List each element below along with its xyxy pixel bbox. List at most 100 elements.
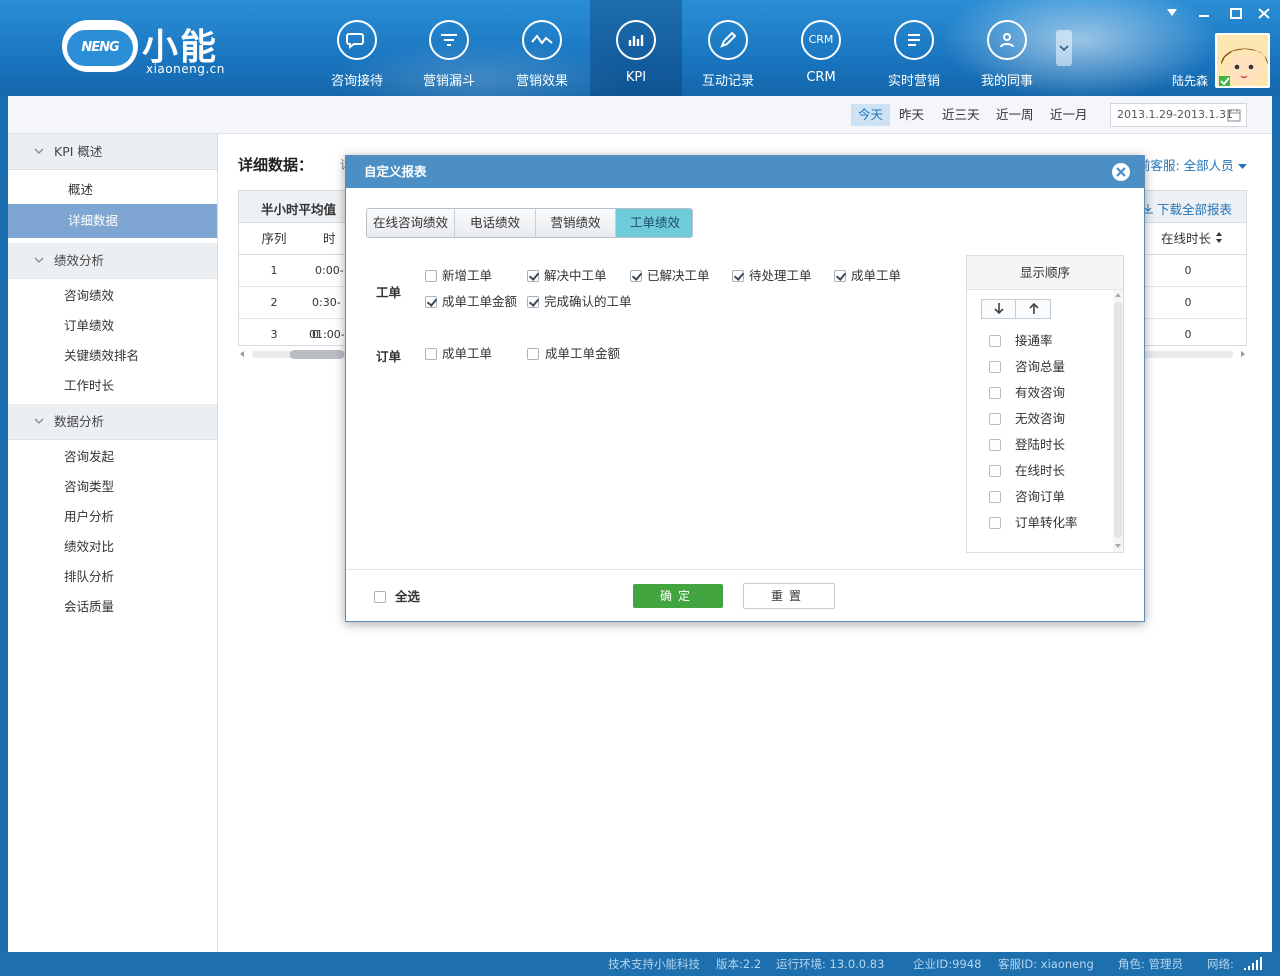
order-item[interactable]: 咨询总量: [989, 358, 1065, 376]
sidebar-item-session-quality[interactable]: 会话质量: [8, 592, 217, 622]
checkbox[interactable]: [425, 270, 437, 282]
checkbox[interactable]: [989, 491, 1001, 503]
sidebar-item-consult-perf[interactable]: 咨询绩效: [8, 281, 217, 311]
tab-online-consult-perf[interactable]: 在线咨询绩效: [367, 209, 455, 237]
date-tab-yesterday[interactable]: 昨天: [892, 104, 931, 126]
checkbox[interactable]: [989, 517, 1001, 529]
order-item[interactable]: 登陆时长: [989, 436, 1065, 454]
checkbox[interactable]: [374, 591, 386, 603]
option-closed-deal-ticket[interactable]: 成单工单: [834, 267, 901, 285]
dropdown-menu-button[interactable]: [1160, 3, 1184, 25]
order-item[interactable]: 接通率: [989, 332, 1053, 350]
order-item[interactable]: 咨询订单: [989, 488, 1065, 506]
order-scrollbar[interactable]: [1113, 290, 1123, 552]
column-header-seq[interactable]: 序列: [247, 223, 301, 255]
checkbox[interactable]: [989, 413, 1001, 425]
sidebar-item-perf-compare[interactable]: 绩效对比: [8, 532, 217, 562]
cell-online: 0: [1184, 328, 1192, 341]
order-item[interactable]: 无效咨询: [989, 410, 1065, 428]
option-label: 已解决工单: [647, 268, 710, 283]
checkbox[interactable]: [425, 348, 437, 360]
nav-item-colleagues[interactable]: 我的同事: [961, 0, 1053, 96]
checkbox[interactable]: [527, 296, 539, 308]
date-tab-month[interactable]: 近一月: [1043, 104, 1095, 126]
checkbox[interactable]: [989, 361, 1001, 373]
option-closed-deal-amount[interactable]: 成单工单金额: [425, 293, 517, 311]
order-item[interactable]: 订单转化率: [989, 514, 1078, 532]
confirm-button[interactable]: 确定: [633, 584, 723, 608]
nav-item-effect[interactable]: 营销效果: [496, 0, 588, 96]
option-order-closed-amount[interactable]: 成单工单金额: [527, 345, 620, 363]
page-title: 详细数据：: [238, 156, 314, 174]
move-down-button[interactable]: [982, 300, 1016, 318]
tab-ticket-perf[interactable]: 工单绩效: [616, 209, 692, 237]
sidebar-item-work-hours[interactable]: 工作时长: [8, 371, 217, 401]
date-tab-today[interactable]: 今天: [851, 104, 891, 126]
pencil-icon: [708, 20, 748, 60]
move-up-button[interactable]: [1017, 300, 1051, 318]
nav-item-realtime[interactable]: 实时营销: [868, 0, 960, 96]
download-all-link[interactable]: 下载全部报表: [1143, 199, 1232, 218]
sidebar-item-order-perf[interactable]: 订单绩效: [8, 311, 217, 341]
checkbox[interactable]: [989, 439, 1001, 451]
checkbox[interactable]: [989, 465, 1001, 477]
tab-phone-perf[interactable]: 电话绩效: [455, 209, 536, 237]
checkbox[interactable]: [989, 387, 1001, 399]
checkbox[interactable]: [732, 270, 744, 282]
close-window-button[interactable]: [1252, 3, 1276, 25]
order-item-label: 无效咨询: [1015, 411, 1066, 426]
dialog-title: 自定义报表: [346, 156, 1144, 188]
sidebar-group-performance[interactable]: 绩效分析: [8, 243, 217, 279]
checkbox[interactable]: [527, 348, 539, 360]
calendar-icon[interactable]: [1227, 108, 1241, 122]
nav-item-kpi[interactable]: KPI: [590, 0, 682, 96]
column-header-online-duration[interactable]: 在线时长: [1157, 223, 1227, 255]
sidebar-item-user-analysis[interactable]: 用户分析: [8, 502, 217, 532]
checkbox[interactable]: [989, 335, 1001, 347]
sidebar-item-queue-analysis[interactable]: 排队分析: [8, 562, 217, 592]
checkbox[interactable]: [834, 270, 846, 282]
avatar[interactable]: [1215, 33, 1270, 88]
nav-more-button[interactable]: [1056, 30, 1072, 66]
option-resolved-ticket[interactable]: 已解决工单: [630, 267, 710, 285]
username[interactable]: 陆先森: [1172, 72, 1208, 89]
staff-filter-dropdown[interactable]: 前客服: 全部人员: [1138, 155, 1247, 174]
nav-item-records[interactable]: 互动记录: [682, 0, 774, 96]
sidebar-item-consult-type[interactable]: 咨询类型: [8, 472, 217, 502]
option-confirmed-ticket[interactable]: 完成确认的工单: [527, 293, 632, 311]
option-order-closed-deal[interactable]: 成单工单: [425, 345, 492, 363]
sidebar-group-data-analysis[interactable]: 数据分析: [8, 404, 217, 440]
cell-time: 0:30-0: [312, 296, 341, 341]
maximize-button[interactable]: [1224, 3, 1248, 25]
date-tab-three-days[interactable]: 近三天: [935, 104, 987, 126]
checkbox[interactable]: [527, 270, 539, 282]
sidebar-item-overview[interactable]: 概述: [8, 175, 217, 205]
sidebar-item-kpi-ranking[interactable]: 关键绩效排名: [8, 341, 217, 371]
scroll-down-icon[interactable]: [1114, 542, 1124, 550]
checkbox[interactable]: [630, 270, 642, 282]
nav-item-funnel[interactable]: 营销漏斗: [403, 0, 495, 96]
sidebar-item-detail-data[interactable]: 详细数据: [8, 204, 217, 238]
reset-button[interactable]: 重置: [743, 583, 835, 609]
order-item[interactable]: 在线时长: [989, 462, 1065, 480]
column-header-time[interactable]: 时间: [323, 223, 343, 255]
scroll-thumb[interactable]: [1114, 302, 1122, 538]
nav-item-crm[interactable]: CRM CRM: [775, 0, 867, 96]
option-new-ticket[interactable]: 新增工单: [425, 267, 492, 285]
order-item[interactable]: 有效咨询: [989, 384, 1065, 402]
checkbox[interactable]: [425, 296, 437, 308]
date-range-input[interactable]: 2013.1.29-2013.1.31: [1110, 103, 1247, 127]
minimize-button[interactable]: [1192, 3, 1216, 25]
version-text: 版本:2.2: [716, 957, 762, 971]
date-tab-week[interactable]: 近一周: [989, 104, 1041, 126]
scroll-up-icon[interactable]: [1114, 291, 1124, 299]
nav-item-consult[interactable]: 咨询接待: [311, 0, 403, 96]
sidebar-group-kpi-overview[interactable]: KPI 概述: [8, 134, 217, 170]
dialog-close-button[interactable]: [1112, 163, 1130, 181]
option-pending-ticket[interactable]: 待处理工单: [732, 267, 812, 285]
option-resolving-ticket[interactable]: 解决中工单: [527, 267, 607, 285]
sidebar-item-consult-origin[interactable]: 咨询发起: [8, 442, 217, 472]
select-all-checkbox[interactable]: 全选: [374, 588, 420, 606]
tab-marketing-perf[interactable]: 营销绩效: [536, 209, 616, 237]
bar-chart-icon: [616, 20, 656, 60]
